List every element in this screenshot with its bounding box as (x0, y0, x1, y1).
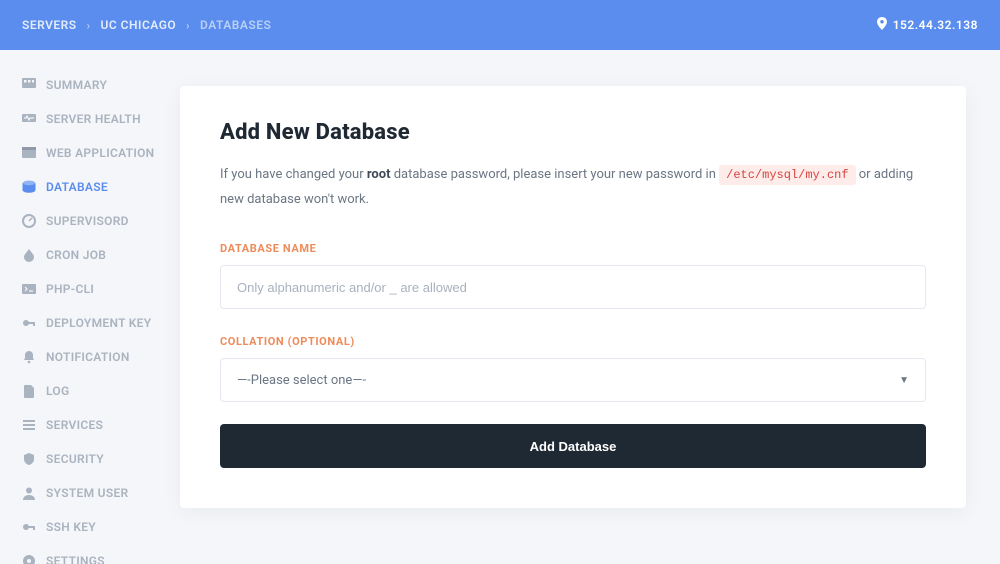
sidebar-item-label: NOTIFICATION (46, 350, 130, 364)
chevron-right-icon: › (87, 19, 91, 32)
bell-icon (22, 350, 36, 364)
sidebar-item-deployment-key[interactable]: DEPLOYMENT KEY (22, 316, 180, 330)
ip-address-text: 152.44.32.138 (893, 18, 978, 32)
database-name-input[interactable] (220, 265, 926, 309)
sidebar-item-security[interactable]: SECURITY (22, 452, 180, 466)
breadcrumb-item-server-name[interactable]: UC CHICAGO (100, 18, 176, 32)
sidebar-item-php-cli[interactable]: PHP-CLI (22, 282, 180, 296)
page-description: If you have changed your root database p… (220, 163, 926, 212)
breadcrumb: SERVERS › UC CHICAGO › DATABASES (22, 18, 271, 32)
map-pin-icon (877, 17, 887, 33)
gear-icon (22, 554, 36, 564)
sidebar-item-label: CRON JOB (46, 248, 106, 262)
breadcrumb-item-servers[interactable]: SERVERS (22, 18, 77, 32)
database-name-label: DATABASE NAME (220, 242, 926, 255)
page-title: Add New Database (220, 120, 926, 145)
sidebar-item-label: DATABASE (46, 180, 108, 194)
collation-select[interactable]: —-Please select one—- ▼ (220, 358, 926, 402)
sidebar-item-label: SYSTEM USER (46, 486, 128, 500)
sidebar-item-notification[interactable]: NOTIFICATION (22, 350, 180, 364)
sidebar-item-label: SERVICES (46, 418, 103, 432)
sidebar-item-label: WEB APPLICATION (46, 146, 154, 160)
sidebar-item-server-health[interactable]: SERVER HEALTH (22, 112, 180, 126)
browser-icon (22, 146, 36, 160)
sidebar-item-supervisord[interactable]: SUPERVISORD (22, 214, 180, 228)
sidebar-item-label: SSH KEY (46, 520, 96, 534)
collation-selected-text: —-Please select one—- (237, 373, 366, 388)
sidebar-item-summary[interactable]: SUMMARY (22, 78, 180, 92)
sidebar-item-database[interactable]: DATABASE (22, 180, 180, 194)
terminal-icon (22, 282, 36, 296)
sidebar-item-label: PHP-CLI (46, 282, 94, 296)
user-icon (22, 486, 36, 500)
sidebar-item-label: SUPERVISORD (46, 214, 129, 228)
sidebar-item-label: SETTINGS (46, 554, 105, 564)
sidebar-item-system-user[interactable]: SYSTEM USER (22, 486, 180, 500)
sidebar-item-label: LOG (46, 384, 69, 398)
key-icon (22, 316, 36, 330)
file-icon (22, 384, 36, 398)
sidebar-item-ssh-key[interactable]: SSH KEY (22, 520, 180, 534)
ip-address[interactable]: 152.44.32.138 (877, 17, 978, 33)
topbar: SERVERS › UC CHICAGO › DATABASES 152.44.… (0, 0, 1000, 50)
config-path-code: /etc/mysql/my.cnf (719, 165, 855, 185)
sidebar-item-label: DEPLOYMENT KEY (46, 316, 151, 330)
add-database-button[interactable]: Add Database (220, 424, 926, 468)
sidebar-item-log[interactable]: LOG (22, 384, 180, 398)
sliders-icon (22, 418, 36, 432)
key-icon (22, 520, 36, 534)
sidebar-item-label: SUMMARY (46, 78, 107, 92)
breadcrumb-item-current: DATABASES (200, 18, 271, 32)
sidebar: SUMMARY SERVER HEALTH WEB APPLICATION DA… (0, 50, 180, 564)
sidebar-item-web-application[interactable]: WEB APPLICATION (22, 146, 180, 160)
sidebar-item-label: SERVER HEALTH (46, 112, 141, 126)
database-icon (22, 180, 36, 194)
gauge-icon (22, 214, 36, 228)
shield-icon (22, 452, 36, 466)
add-database-card: Add New Database If you have changed you… (180, 86, 966, 508)
grid-icon (22, 78, 36, 92)
sidebar-item-label: SECURITY (46, 452, 104, 466)
droplet-icon (22, 248, 36, 262)
sidebar-item-settings[interactable]: SETTINGS (22, 554, 180, 564)
sidebar-item-services[interactable]: SERVICES (22, 418, 180, 432)
sidebar-item-cron-job[interactable]: CRON JOB (22, 248, 180, 262)
chevron-down-icon: ▼ (899, 375, 909, 386)
chevron-right-icon: › (186, 19, 190, 32)
collation-label: COLLATION (OPTIONAL) (220, 335, 926, 348)
heartbeat-icon (22, 112, 36, 126)
